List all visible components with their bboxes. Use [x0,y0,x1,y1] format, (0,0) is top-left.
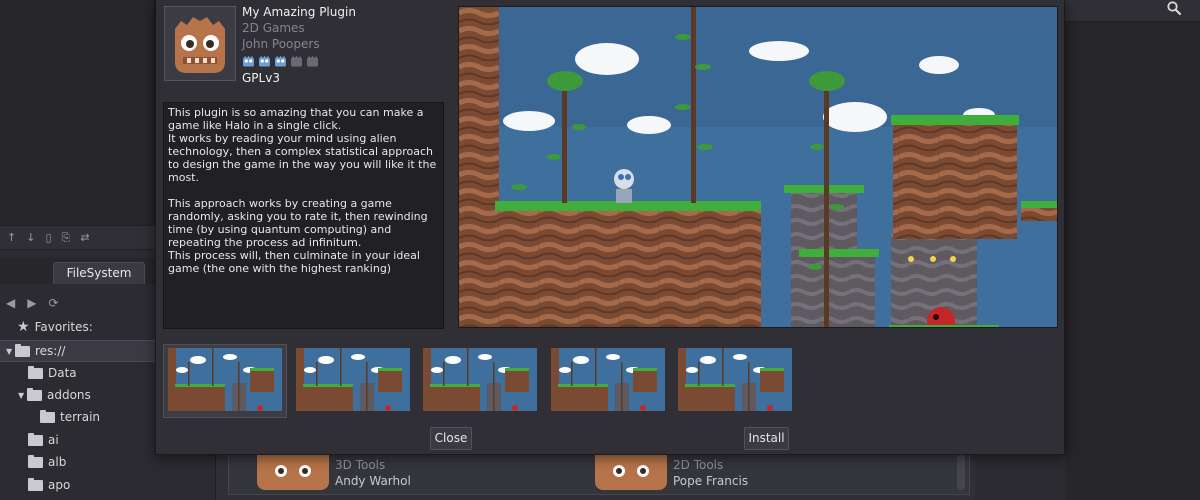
tree-item-terrain[interactable]: terrain [0,406,155,428]
expand-arrow-icon[interactable]: ▼ [6,347,14,356]
refresh-icon[interactable]: ⟳ [48,296,58,310]
tree-item-apo[interactable]: apo [0,474,155,496]
tree-item-label: apo [48,478,71,492]
duplicate-icon[interactable]: ▯ [45,231,51,244]
folder-icon [28,432,43,446]
move-up-icon[interactable]: ↑ [7,231,16,244]
plugin-icon-frame [164,6,236,81]
godot-logo-icon [595,455,667,490]
asset-card[interactable]: 2D Tools Pope Francis [595,455,915,495]
search-icon[interactable] [1166,0,1182,16]
tree-item-label: terrain [60,410,101,424]
forward-icon[interactable]: ▶ [27,296,36,310]
favorites-row[interactable]: ★ Favorites: [0,316,155,338]
instance-icon[interactable]: ⎘ [62,231,71,245]
tree-item-data[interactable]: Data [0,362,155,384]
folder-icon [27,387,42,401]
close-button[interactable]: Close [430,427,472,450]
tree-item-label: alb [48,455,67,469]
godot-logo-icon [165,7,235,80]
asset-details-dialog: My Amazing Plugin 2D Games John Poopers … [155,0,1065,455]
reparent-icon[interactable]: ⇄ [80,231,89,244]
thumbnail-2[interactable] [295,348,410,411]
install-button[interactable]: Install [744,427,789,450]
tree-item-addons[interactable]: ▼ addons [0,384,155,406]
preview-image [458,6,1058,328]
filesystem-tab-bar: FileSystem [0,258,155,284]
game-screenshot [459,7,1057,327]
thumbnail-1[interactable] [168,348,282,411]
folder-icon [28,454,43,468]
plugin-title: My Amazing Plugin [242,5,356,19]
asset-author[interactable]: Andy Warhol [335,474,411,488]
godot-logo-icon [257,455,329,490]
thumbnail-3[interactable] [423,348,537,411]
thumbnail-4[interactable] [550,348,665,411]
tree-item-res[interactable]: ▼ res:// [0,340,155,362]
rating-icon-filled [259,55,270,67]
description-paragraph: This approach works by creating a game r… [168,197,428,275]
tree-item-alb[interactable]: alb [0,451,155,473]
favorites-label: Favorites: [34,320,93,334]
folder-icon [40,409,55,423]
rating-icon-filled [243,55,254,67]
tab-filesystem[interactable]: FileSystem [53,262,145,284]
tree-item-label: res:// [35,344,66,358]
rating-icon-empty [307,55,318,67]
description-paragraph: This plugin is so amazing that you can m… [168,106,437,184]
tree-item-label: ai [48,433,59,447]
folder-icon [28,365,43,379]
back-icon[interactable]: ◀ [6,296,15,310]
asset-author[interactable]: Pope Francis [673,474,748,488]
inspector-dock [1065,22,1200,500]
star-icon: ★ [17,319,30,335]
plugin-description: This plugin is so amazing that you can m… [163,102,444,329]
asset-list-scrollbar[interactable] [957,455,965,490]
asset-category[interactable]: 3D Tools [335,458,385,472]
folder-icon [15,343,30,357]
tree-item-label: Data [48,366,77,380]
tree-item-label: addons [47,388,91,402]
asset-card[interactable]: 3D Tools Andy Warhol [257,455,577,495]
rating-icon-filled [275,55,286,67]
plugin-category[interactable]: 2D Games [242,21,305,35]
plugin-author[interactable]: John Poopers [242,37,320,51]
rating-icon-empty [291,55,302,67]
asset-category[interactable]: 2D Tools [673,458,723,472]
plugin-license: GPLv3 [242,71,280,85]
filesystem-tree: ★ Favorites: ▼ res:// Data ▼ addons terr… [0,316,155,500]
filesystem-nav: ◀ ▶ ⟳ [0,290,155,316]
thumbnail-5[interactable] [678,348,792,411]
expand-arrow-icon[interactable]: ▼ [18,391,26,400]
node-toolbar: ↑ ↓ ▯ ⎘ ⇄ [0,225,155,250]
rating-stars [242,55,319,67]
tree-item-ai[interactable]: ai [0,429,155,451]
thumbnail-strip [163,344,793,418]
scene-dock [0,0,155,225]
move-down-icon[interactable]: ↓ [26,231,35,244]
folder-icon [28,477,43,491]
